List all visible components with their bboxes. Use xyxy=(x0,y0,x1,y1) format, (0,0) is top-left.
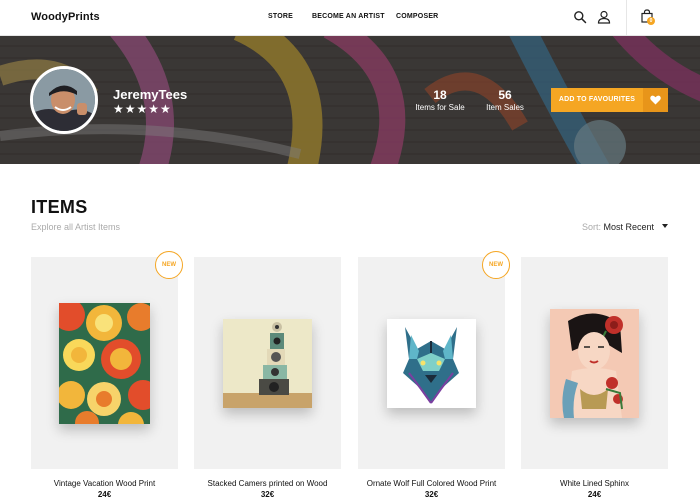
product-name[interactable]: White Lined Sphinx xyxy=(521,479,668,488)
chevron-down-icon xyxy=(662,224,668,228)
nav-link-composer[interactable]: COMPOSER xyxy=(396,13,438,20)
product-name[interactable]: Stacked Camers printed on Wood xyxy=(194,479,341,488)
items-for-sale-count: 18 xyxy=(433,88,447,102)
artist-name[interactable]: JeremyTees xyxy=(113,87,187,102)
items-section-title: ITEMS xyxy=(31,197,88,217)
item-sales-stat: 56 Item Sales xyxy=(481,88,529,112)
product-card[interactable] xyxy=(358,257,505,469)
product-price: 32€ xyxy=(424,490,439,499)
product-image-stacked-cameras xyxy=(223,319,312,408)
item-sales-label: Item Sales xyxy=(486,103,524,112)
sort-value: Most Recent xyxy=(603,222,655,232)
product-price: 24€ xyxy=(97,490,112,499)
add-to-favourites-label: ADD TO FAVOURITES xyxy=(558,96,636,103)
artist-portrait-image xyxy=(33,69,95,131)
new-badge: NEW xyxy=(155,251,183,279)
item-sales-count: 56 xyxy=(498,88,512,102)
search-icon[interactable] xyxy=(573,10,587,24)
artist-avatar xyxy=(30,66,98,134)
nav-link-become-an-artist[interactable]: BECOME AN ARTIST xyxy=(312,13,385,20)
sort-label: Sort: xyxy=(582,222,602,232)
product-image-ornate-wolf xyxy=(387,319,476,408)
items-for-sale-label: Items for Sale xyxy=(415,103,465,112)
artist-rating-stars: ★★★★★ xyxy=(113,102,172,116)
site-logo[interactable]: WoodyPrints xyxy=(31,11,100,23)
heart-icon xyxy=(643,88,668,112)
top-navigation: WoodyPrints STORE BECOME AN ARTIST COMPO… xyxy=(0,0,700,36)
artist-hero-banner: JeremyTees ★★★★★ 18 Items for Sale 56 It… xyxy=(0,36,700,164)
product-card[interactable] xyxy=(31,257,178,469)
product-card[interactable] xyxy=(194,257,341,469)
new-badge: NEW xyxy=(482,251,510,279)
product-price: 24€ xyxy=(587,490,602,499)
product-name[interactable]: Ornate Wolf Full Colored Wood Print xyxy=(358,479,505,488)
add-to-favourites-button[interactable]: ADD TO FAVOURITES xyxy=(551,88,668,112)
items-section-subtitle: Explore all Artist Items xyxy=(31,222,121,232)
user-icon[interactable] xyxy=(597,10,611,24)
product-image-white-lined-sphinx xyxy=(550,309,639,418)
sort-dropdown[interactable]: Sort: Most Recent xyxy=(582,222,668,232)
items-for-sale-stat: 18 Items for Sale xyxy=(412,88,468,112)
nav-divider xyxy=(626,0,627,36)
product-name[interactable]: Vintage Vacation Wood Print xyxy=(31,479,178,488)
product-image-vintage-vacation xyxy=(59,303,150,424)
cart-count-badge: 0 xyxy=(647,17,655,25)
product-price: 32€ xyxy=(260,490,275,499)
product-card[interactable] xyxy=(521,257,668,469)
nav-link-store[interactable]: STORE xyxy=(268,13,293,20)
